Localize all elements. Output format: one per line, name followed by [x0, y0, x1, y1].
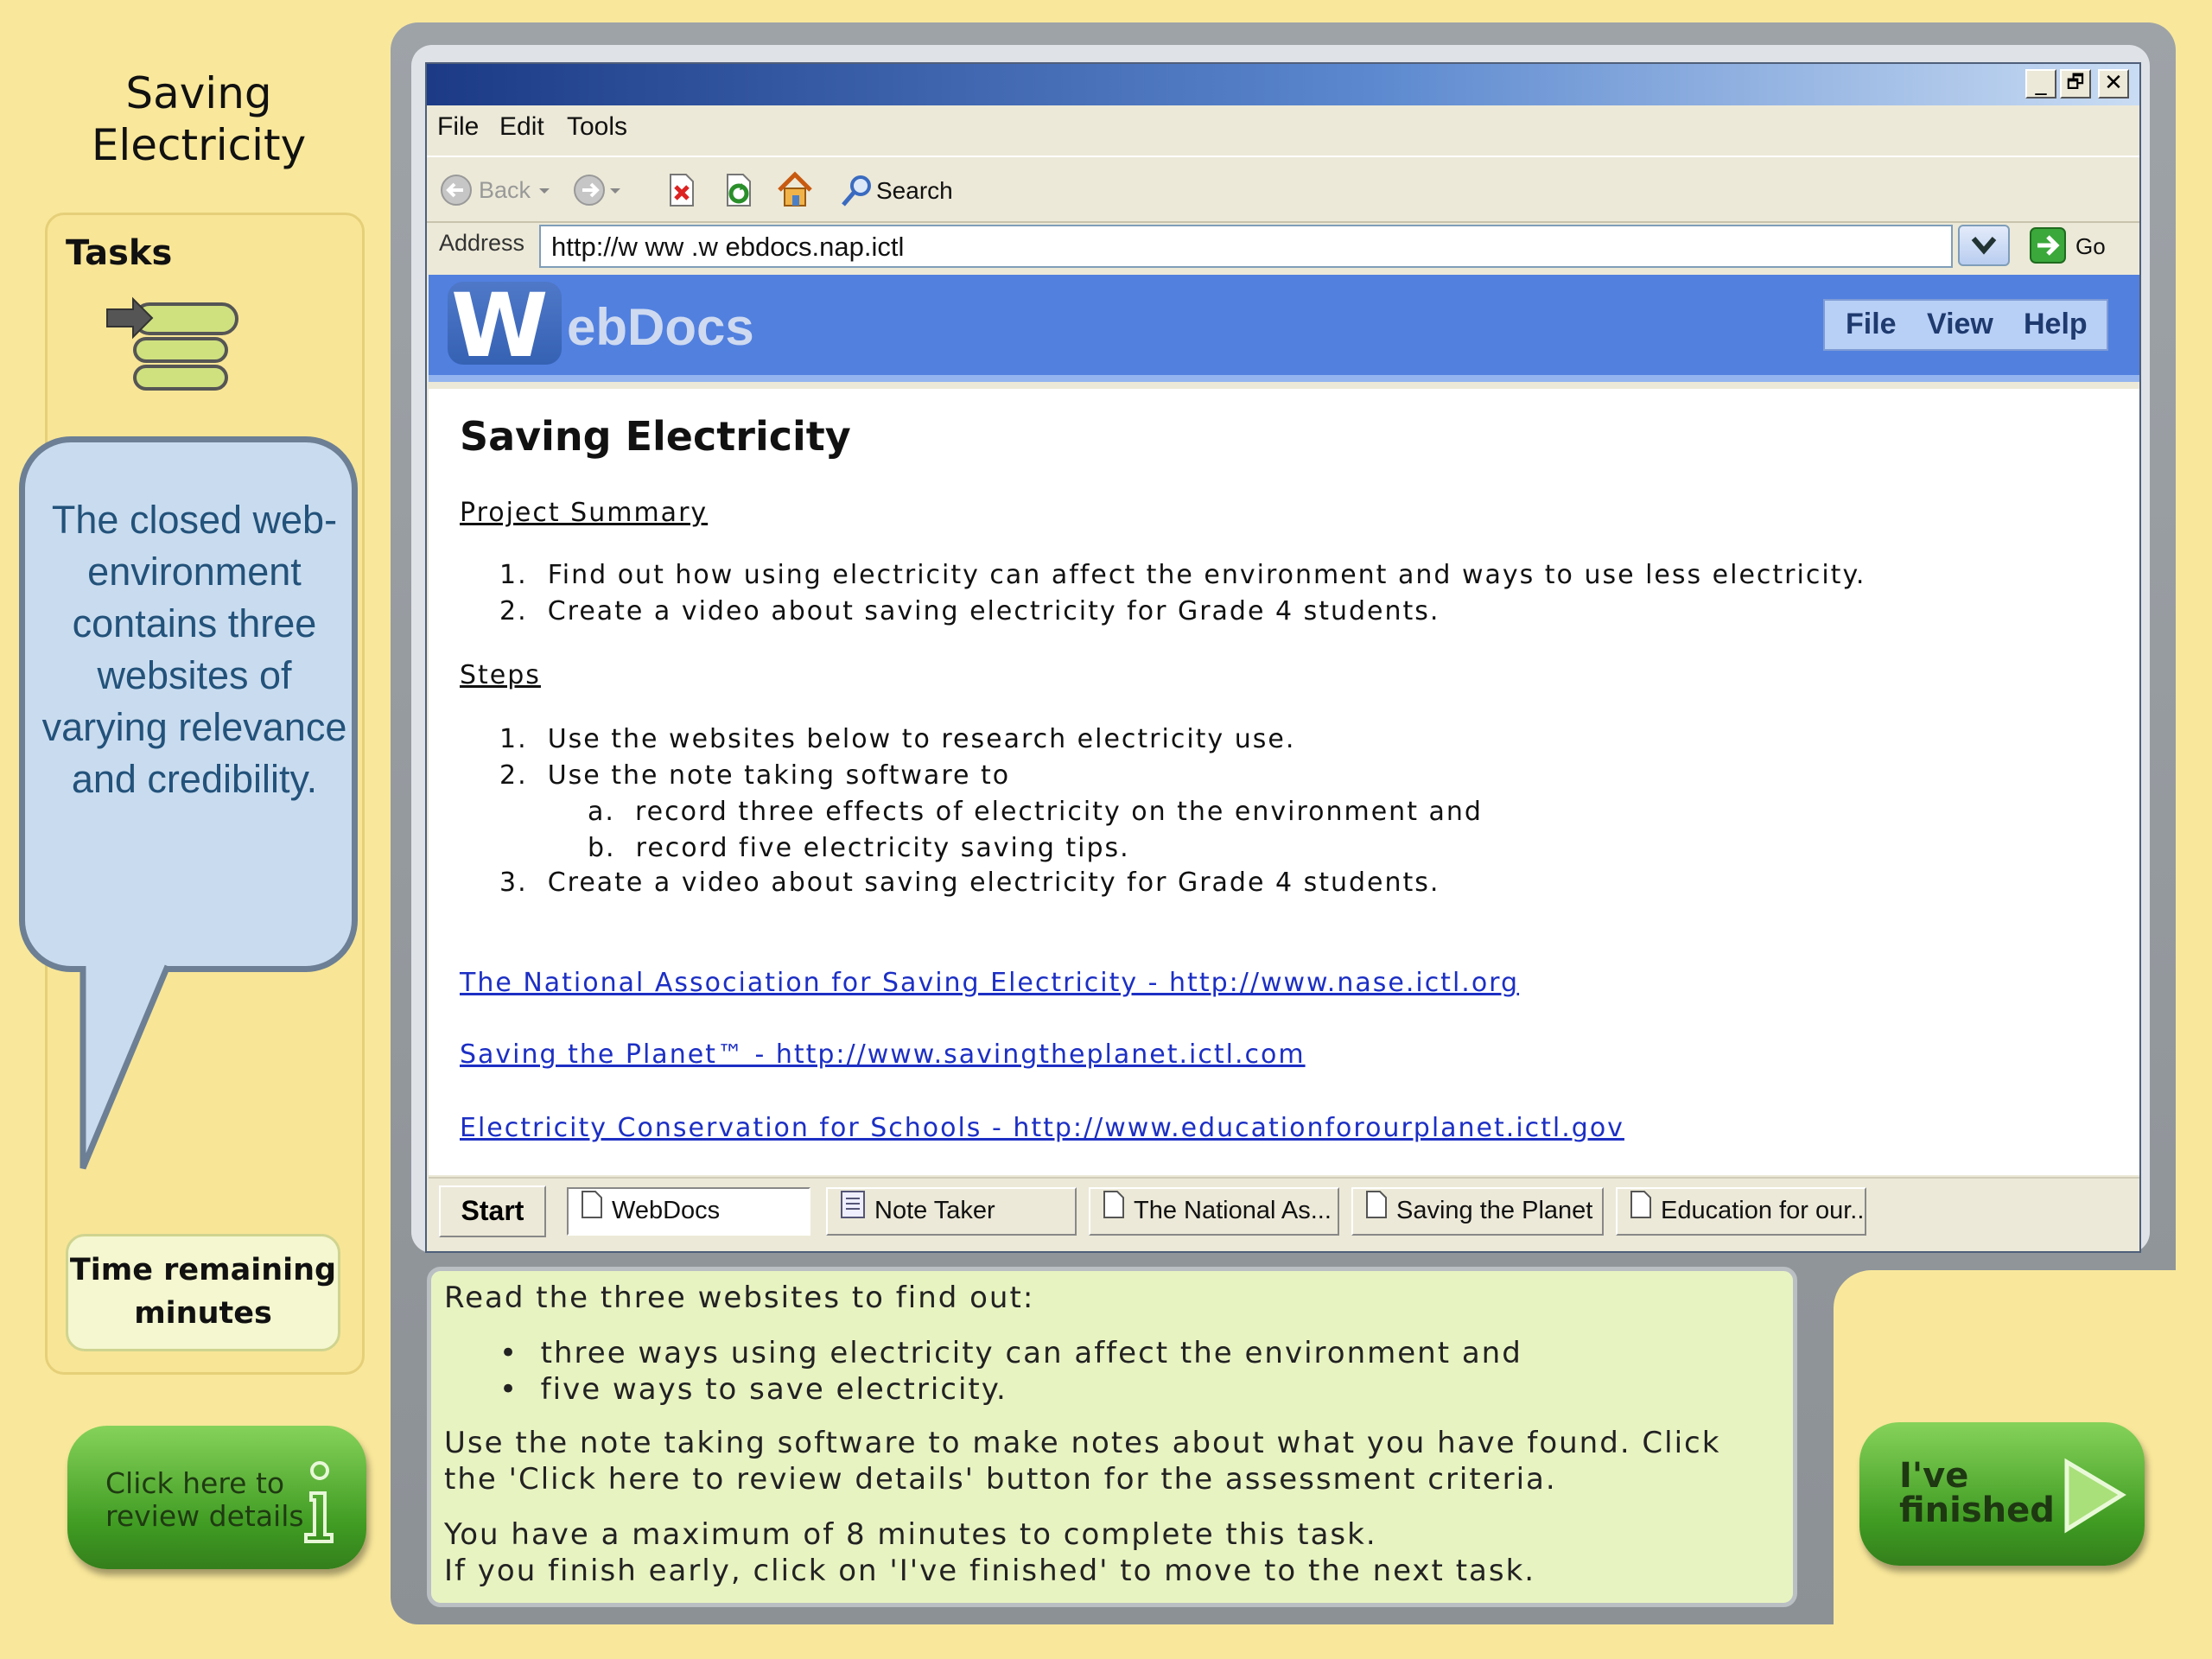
- forward-arrow-icon: [574, 175, 620, 206]
- webdocs-menu-help[interactable]: Help: [2024, 308, 2088, 341]
- instructions-para1-line2: the 'Click here to review details' butto…: [444, 1462, 1557, 1497]
- menu-edit[interactable]: Edit: [499, 112, 544, 142]
- minimize-button[interactable]: _: [2025, 69, 2056, 99]
- browser-titlebar: _ 🗗 ✕: [427, 64, 2139, 105]
- search-label: Search: [876, 177, 953, 204]
- step-2a: a. record three effects of electricity o…: [588, 797, 1483, 827]
- link-saving-the-planet[interactable]: Saving the Planet™ - http://www.savingth…: [460, 1039, 1306, 1070]
- document-icon: [581, 1190, 603, 1233]
- go-button[interactable]: Go: [2027, 225, 2113, 268]
- taskbar-label: The National As...: [1134, 1197, 1332, 1224]
- taskbar-national-association[interactable]: The National As...: [1089, 1187, 1339, 1236]
- link-education-for-our-planet[interactable]: Electricity Conservation for Schools - h…: [460, 1113, 1624, 1143]
- callout-text: The closed web-environment contains thre…: [41, 498, 347, 801]
- taskbar-label: Education for our...: [1661, 1197, 1866, 1224]
- webdocs-menu-file[interactable]: File: [1846, 308, 1897, 341]
- search-icon: Search: [842, 175, 953, 207]
- go-label: Go: [2075, 233, 2106, 259]
- taskbar-saving-the-planet[interactable]: Saving the Planet: [1351, 1187, 1604, 1236]
- project-summary-heading: Project Summary: [460, 498, 709, 528]
- time-remaining: Time remaining minutes: [66, 1234, 340, 1351]
- restore-button[interactable]: 🗗: [2060, 69, 2091, 99]
- instructions-para2-line1: You have a maximum of 8 minutes to compl…: [444, 1517, 1377, 1552]
- close-button[interactable]: ✕: [2098, 69, 2129, 99]
- taskbar-webdocs[interactable]: WebDocs: [567, 1187, 810, 1236]
- task-list-icon[interactable]: [104, 294, 244, 399]
- instructions-para2-line2: If you finish early, click on 'I've fini…: [444, 1554, 1536, 1588]
- taskbar-note-taker[interactable]: Note Taker: [826, 1187, 1077, 1236]
- document-icon: [1365, 1190, 1388, 1233]
- document-icon: [1103, 1190, 1125, 1233]
- steps-heading: Steps: [460, 660, 541, 690]
- menu-tools[interactable]: Tools: [567, 112, 627, 142]
- step-3: 3. Create a video about saving electrici…: [499, 868, 1440, 898]
- link-nase[interactable]: The National Association for Saving Elec…: [460, 968, 1519, 998]
- webdocs-logo-letter: W: [451, 275, 549, 378]
- address-label: Address: [439, 230, 525, 256]
- summary-item-2: 2. Create a video about saving electrici…: [499, 596, 1440, 626]
- webdocs-menu-view[interactable]: View: [1927, 308, 1993, 341]
- search-button[interactable]: Search: [840, 173, 969, 213]
- webdocs-menu: File View Help: [1823, 299, 2108, 351]
- info-icon: [294, 1459, 337, 1548]
- play-arrow-icon: [2060, 1457, 2129, 1538]
- summary-item-1: 1. Find out how using electricity can af…: [499, 560, 1866, 590]
- tasks-label: Tasks: [66, 233, 173, 273]
- instructions-intro: Read the three websites to find out:: [444, 1281, 1035, 1315]
- instructions-para1-line1: Use the note taking software to make not…: [444, 1426, 1721, 1460]
- time-remaining-label: Time remaining: [69, 1253, 337, 1287]
- menu-file[interactable]: File: [437, 112, 479, 142]
- finished-label: I've finished: [1899, 1456, 2055, 1530]
- taskbar-education-for-our[interactable]: Education for our...: [1616, 1187, 1866, 1236]
- step-1: 1. Use the websites below to research el…: [499, 724, 1296, 754]
- time-remaining-unit: minutes: [134, 1296, 272, 1331]
- document-title: Saving Electricity: [460, 413, 851, 460]
- taskbar-label: WebDocs: [612, 1197, 721, 1224]
- webdocs-logo-text: ebDocs: [567, 298, 754, 356]
- document-icon: [1630, 1190, 1652, 1233]
- stop-icon[interactable]: [664, 173, 698, 211]
- finished-button[interactable]: I've finished: [1859, 1422, 2145, 1566]
- step-2b: b. record five electricity saving tips.: [588, 833, 1130, 863]
- start-button[interactable]: Start: [439, 1185, 546, 1237]
- taskbar-label: Note Taker: [874, 1197, 995, 1224]
- go-arrow-icon: [2030, 227, 2066, 264]
- back-label: Back: [479, 177, 531, 203]
- notepad-icon: [840, 1190, 866, 1233]
- back-button[interactable]: Back: [439, 173, 551, 211]
- browser-menubar: File Edit Tools: [427, 105, 2139, 150]
- browser-toolbar: Back Search: [427, 156, 2139, 223]
- forward-button[interactable]: [572, 173, 624, 211]
- refresh-icon[interactable]: [721, 173, 755, 211]
- back-arrow-icon: Back: [441, 175, 550, 206]
- address-dropdown[interactable]: [1958, 225, 2010, 266]
- instructions-bullet-1: • three ways using electricity can affec…: [499, 1336, 1522, 1370]
- callout-tail: [74, 961, 178, 1180]
- taskbar-label: Saving the Planet: [1396, 1197, 1593, 1224]
- chevron-down-icon: [1971, 237, 1997, 255]
- home-icon[interactable]: [776, 171, 814, 213]
- lesson-title: Saving Electricity: [91, 68, 307, 170]
- review-details-button[interactable]: Click here to review details: [67, 1426, 366, 1569]
- review-details-label: Click here to review details: [105, 1466, 304, 1533]
- address-input[interactable]: http://w ww .w ebdocs.nap.ictl: [539, 225, 1953, 268]
- instructions-bullet-2: • five ways to save electricity.: [499, 1372, 1007, 1407]
- step-2: 2. Use the note taking software to: [499, 760, 1011, 791]
